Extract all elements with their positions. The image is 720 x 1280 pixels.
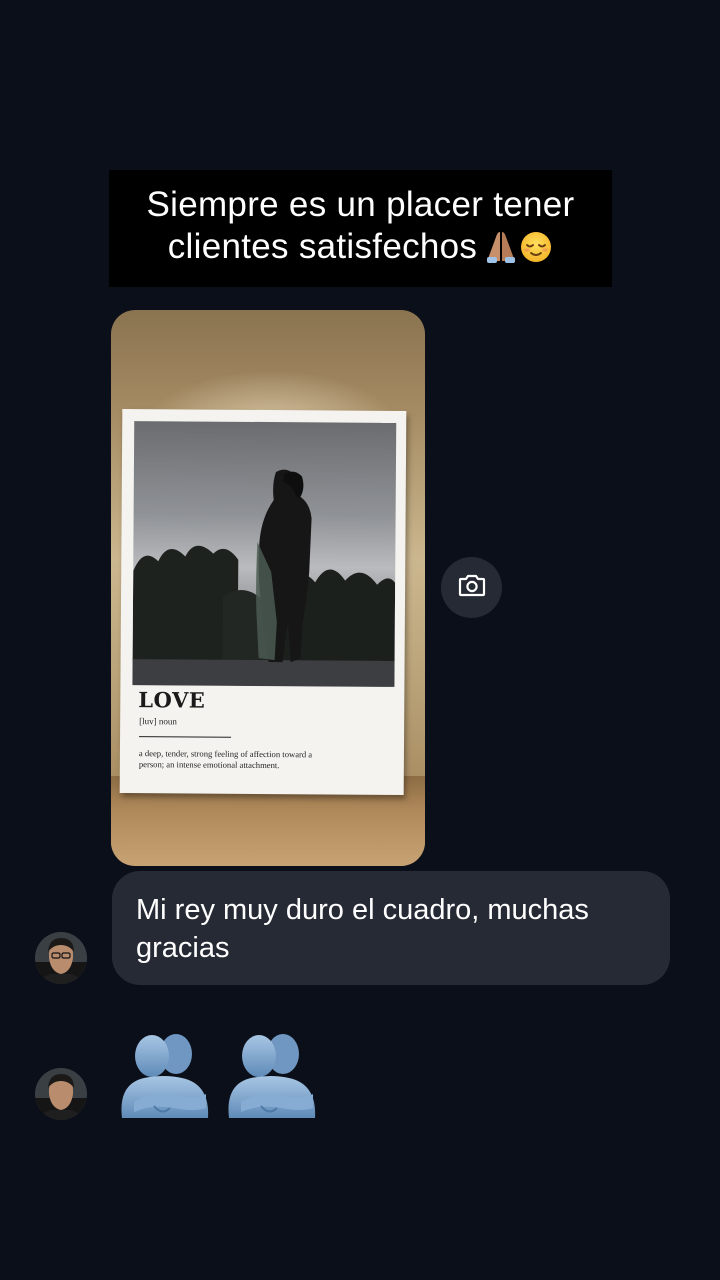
people-hugging-emoji-icon[interactable]	[221, 1032, 321, 1120]
caption-line-1: Siempre es un placer tener	[146, 184, 575, 224]
message-bubble[interactable]: Mi rey muy duro el cuadro, muchas gracia…	[112, 871, 670, 985]
story-caption: Siempre es un placer tener clientes sati…	[109, 170, 612, 287]
poster-title: LOVE	[138, 687, 206, 713]
poster-photo	[132, 421, 397, 687]
camera-button[interactable]	[441, 557, 502, 618]
contact-avatar[interactable]	[35, 932, 87, 984]
caption-line-2-text: clientes satisfechos	[167, 226, 478, 266]
message-text: Mi rey muy duro el cuadro, muchas gracia…	[136, 894, 589, 964]
relieved-face-emoji-icon	[519, 230, 553, 274]
shared-photo[interactable]: LOVE [luv] noun a deep, tender, strong f…	[111, 310, 425, 866]
love-poster: LOVE [luv] noun a deep, tender, strong f…	[119, 409, 407, 795]
poster-divider	[139, 736, 232, 738]
poster-phonetic: [luv] noun	[139, 716, 177, 727]
avatar-icon	[35, 932, 87, 984]
folded-hands-emoji-icon	[483, 228, 519, 274]
camera-icon	[458, 573, 486, 602]
avatar-icon	[35, 1068, 87, 1120]
people-hugging-emoji-icon[interactable]	[114, 1032, 214, 1120]
contact-avatar[interactable]	[35, 1068, 87, 1120]
caption-line-2: clientes satisfechos	[168, 226, 553, 274]
poster-definition: a deep, tender, strong feeling of affect…	[138, 748, 313, 771]
